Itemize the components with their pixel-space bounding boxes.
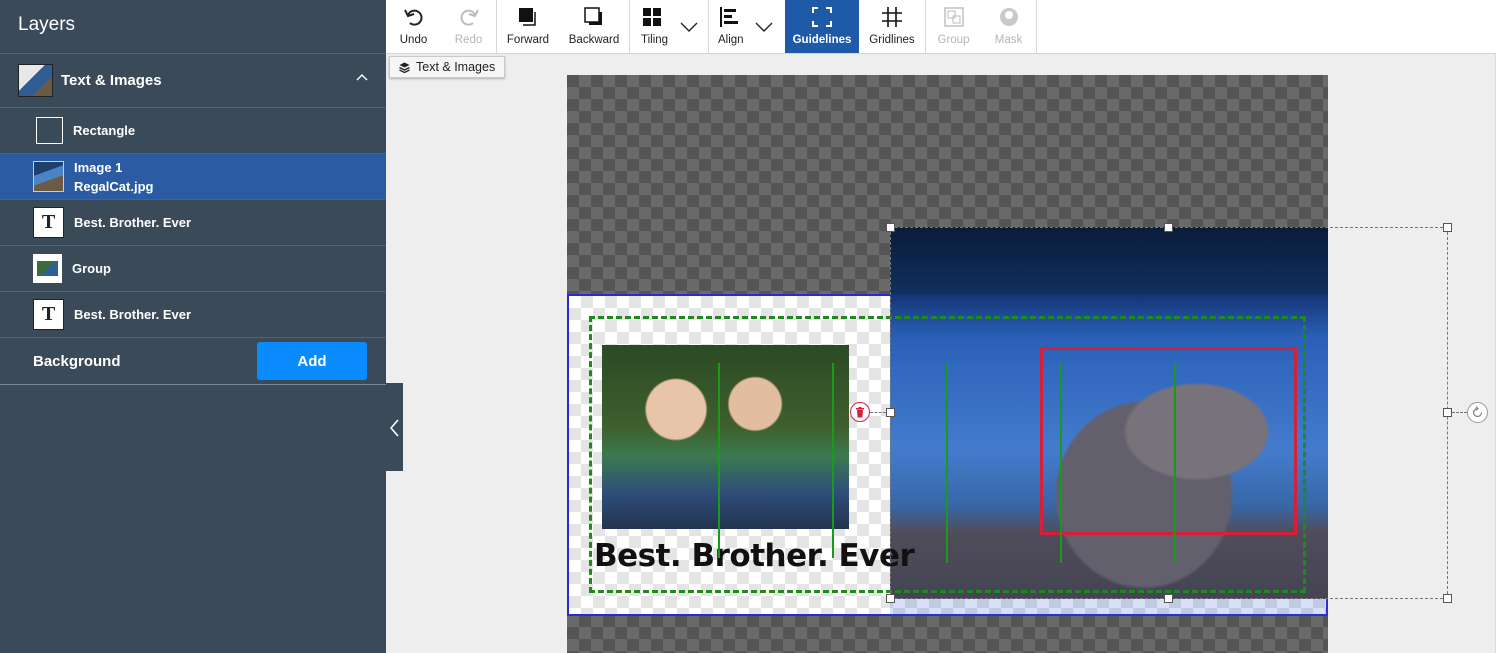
undo-label: Undo bbox=[399, 34, 428, 46]
guideline bbox=[832, 363, 834, 558]
chevron-up-icon[interactable] bbox=[356, 72, 368, 84]
text-icon: T bbox=[33, 299, 64, 330]
chevron-down-icon[interactable] bbox=[680, 16, 698, 38]
background-row: Background Add bbox=[0, 338, 386, 385]
resize-handle[interactable] bbox=[1443, 594, 1452, 603]
resize-handle[interactable] bbox=[1443, 223, 1452, 232]
layer-label: Best. Brother. Ever bbox=[74, 215, 192, 230]
add-background-button[interactable]: Add bbox=[257, 342, 367, 380]
layer-item-text-1[interactable]: T Best. Brother. Ever bbox=[0, 200, 386, 246]
guidelines-icon bbox=[812, 7, 832, 27]
background-label: Background bbox=[33, 352, 121, 370]
layer-label: Best. Brother. Ever bbox=[74, 307, 192, 322]
delete-icon[interactable] bbox=[850, 402, 870, 422]
resize-handle[interactable] bbox=[1164, 223, 1173, 232]
forward-label: Forward bbox=[506, 34, 550, 46]
image-thumbnail bbox=[33, 161, 64, 192]
toolbar-divider bbox=[1036, 0, 1037, 53]
mask-button[interactable]: Mask bbox=[981, 0, 1036, 53]
redo-label: Redo bbox=[454, 34, 483, 46]
align-icon bbox=[720, 7, 738, 27]
layer-breadcrumb[interactable]: Text & Images bbox=[389, 56, 506, 78]
text-icon: T bbox=[33, 207, 64, 238]
undo-icon bbox=[403, 9, 422, 26]
undo-button[interactable]: Undo bbox=[386, 0, 441, 53]
chevron-down-icon[interactable] bbox=[755, 16, 773, 38]
layer-item-group[interactable]: Group bbox=[0, 246, 386, 292]
mask-label: Mask bbox=[994, 34, 1023, 46]
group-icon bbox=[943, 7, 964, 27]
gridlines-label: Gridlines bbox=[869, 34, 915, 46]
backward-button[interactable]: Backward bbox=[559, 0, 629, 53]
redo-button[interactable]: Redo bbox=[441, 0, 496, 53]
align-button[interactable]: Align bbox=[709, 0, 785, 53]
breadcrumb-label: Text & Images bbox=[416, 60, 496, 74]
tiling-label: Tiling bbox=[641, 34, 669, 46]
rectangle-icon bbox=[36, 117, 63, 144]
resize-handle[interactable] bbox=[886, 223, 895, 232]
guidelines-button[interactable]: Guidelines bbox=[785, 0, 859, 53]
layers-panel: Layers Text & Images Rectangle Image 1 R… bbox=[0, 0, 386, 653]
selection-box bbox=[890, 227, 1448, 599]
gridlines-button[interactable]: Gridlines bbox=[859, 0, 925, 53]
forward-button[interactable]: Forward bbox=[497, 0, 559, 53]
layer-group-header[interactable]: Text & Images bbox=[0, 54, 386, 108]
align-label: Align bbox=[718, 34, 744, 46]
tiling-button[interactable]: Tiling bbox=[630, 0, 708, 53]
group-label: Text & Images bbox=[61, 72, 162, 89]
connector-line bbox=[1452, 412, 1467, 413]
resize-handle[interactable] bbox=[1164, 594, 1173, 603]
mask-icon bbox=[999, 8, 1018, 26]
resize-handle[interactable] bbox=[1443, 408, 1452, 417]
layer-sublabel: RegalCat.jpg bbox=[74, 178, 154, 194]
group-label: Group bbox=[937, 34, 970, 46]
layer-label: Rectangle bbox=[73, 123, 136, 138]
panel-title: Layers bbox=[0, 0, 386, 54]
gridlines-icon bbox=[882, 7, 902, 27]
tiling-icon bbox=[643, 8, 661, 26]
rotate-icon[interactable] bbox=[1467, 402, 1488, 423]
redo-icon bbox=[460, 9, 479, 26]
guidelines-label: Guidelines bbox=[792, 34, 852, 46]
send-backward-icon bbox=[584, 7, 602, 25]
layers-icon bbox=[399, 62, 410, 73]
layer-item-text-2[interactable]: T Best. Brother. Ever bbox=[0, 292, 386, 338]
toolbar: Undo Redo Forward Backward Tiling Align … bbox=[386, 0, 1496, 54]
layer-label: Group bbox=[72, 261, 111, 276]
collapse-panel-tab[interactable] bbox=[386, 383, 403, 471]
layer-label-block: Image 1 RegalCat.jpg bbox=[74, 158, 153, 196]
layer-item-image-1[interactable]: Image 1 RegalCat.jpg bbox=[0, 154, 386, 200]
chevron-left-icon bbox=[389, 419, 399, 437]
resize-handle[interactable] bbox=[886, 594, 895, 603]
resize-handle[interactable] bbox=[886, 408, 895, 417]
layer-label: Image 1 bbox=[74, 159, 123, 175]
layer-item-rectangle[interactable]: Rectangle bbox=[0, 108, 386, 154]
group-button[interactable]: Group bbox=[926, 0, 981, 53]
guideline bbox=[718, 363, 720, 558]
group-thumbnail bbox=[18, 64, 53, 97]
backward-label: Backward bbox=[568, 34, 620, 46]
bring-forward-icon bbox=[519, 8, 536, 26]
connector-line bbox=[870, 412, 886, 413]
group-thumbnail bbox=[33, 254, 62, 283]
